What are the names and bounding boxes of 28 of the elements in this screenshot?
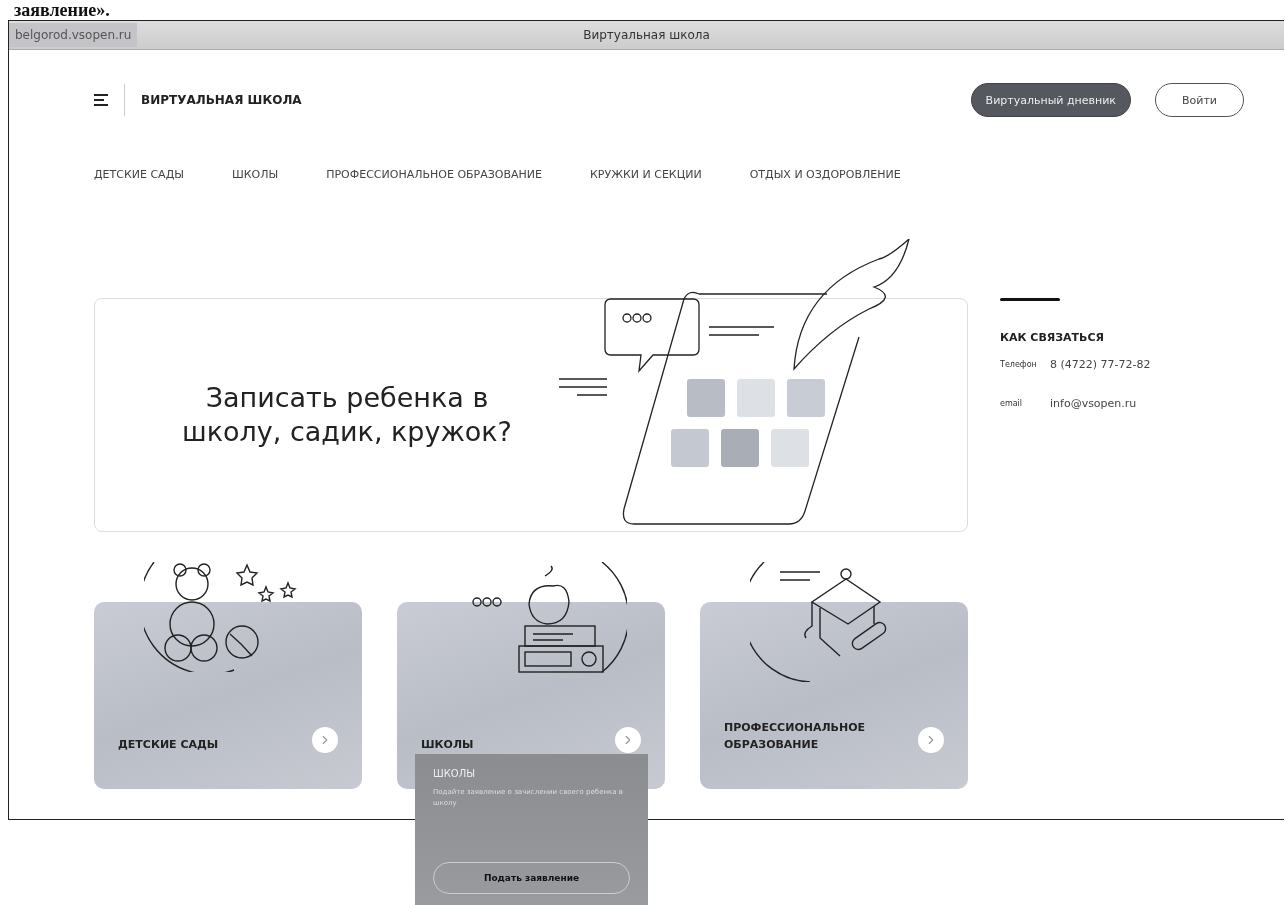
nav-link[interactable]: ДЕТСКИЕ САДЫ <box>94 168 184 208</box>
next-button[interactable] <box>312 727 338 753</box>
contact-label: Телефон <box>1000 360 1038 369</box>
hero-heading: Записать ребенка в школу, садик, кружок? <box>181 381 513 449</box>
contact-value: info@vsopen.ru <box>1050 397 1137 410</box>
category-card[interactable]: ДЕТСКИЕ САДЫ <box>94 602 362 789</box>
document-text: заявление». <box>13 0 111 20</box>
menu-icon[interactable] <box>94 94 108 106</box>
nav-link[interactable]: ШКОЛЫ <box>231 168 279 208</box>
nav-link[interactable]: ПРОФЕССИОНАЛЬНОЕ ОБРАЗОВАНИЕ <box>326 168 542 208</box>
category-card[interactable]: ПРОФЕССИОНАЛЬНОЕ ОБРАЗОВАНИЕ <box>700 602 968 789</box>
contact-value: 8 (4722) 77-72-82 <box>1050 358 1151 371</box>
nav-link[interactable]: ОТДЫХ И ОЗДОРОВЛЕНИЕ <box>749 168 901 208</box>
contact-label: email <box>1000 399 1024 408</box>
card-title: ШКОЛЫ <box>421 736 474 753</box>
popup-title: ШКОЛЫ <box>433 768 476 779</box>
diary-button[interactable]: Виртуальный дневник <box>970 83 1131 117</box>
next-button[interactable] <box>615 727 641 753</box>
card-title: ДЕТСКИЕ САДЫ <box>118 736 219 753</box>
address-bar[interactable]: belgorod.vsopen.ru <box>9 23 138 47</box>
accent-bar <box>1000 298 1060 301</box>
site-brand[interactable]: ВИРТУАЛЬНАЯ ШКОЛА <box>141 93 302 107</box>
nav-link[interactable]: КРУЖКИ И СЕКЦИИ <box>590 168 702 208</box>
window-title: Виртуальная школа <box>583 28 710 42</box>
next-button[interactable] <box>918 727 944 753</box>
login-button[interactable]: Войти <box>1155 83 1244 117</box>
card-title: ПРОФЕССИОНАЛЬНОЕ ОБРАЗОВАНИЕ <box>724 720 867 753</box>
contacts-title: КАК СВЯЗАТЬСЯ <box>1000 331 1105 344</box>
